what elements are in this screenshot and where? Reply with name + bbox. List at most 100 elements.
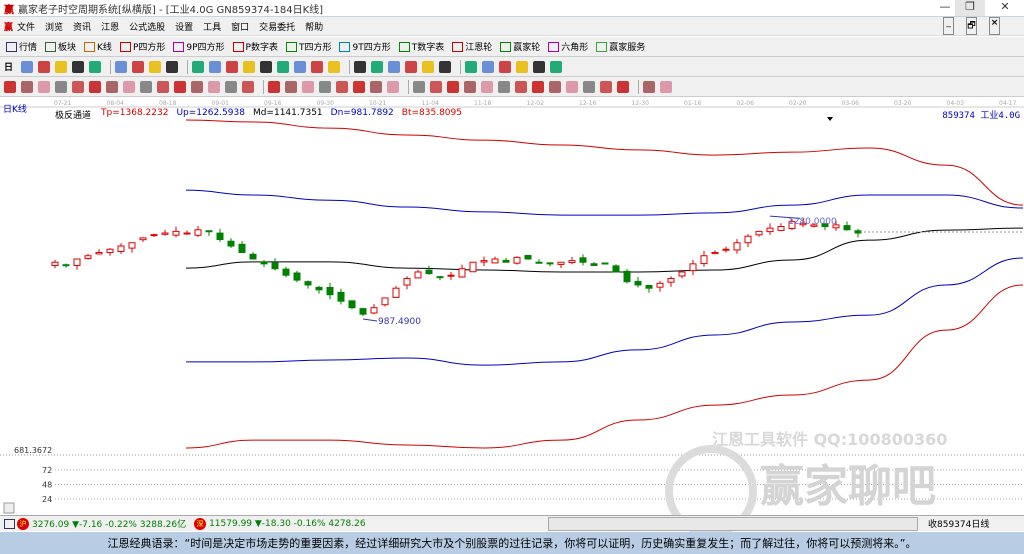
tool-icon[interactable] <box>311 60 324 73</box>
toolbar-button-11[interactable]: 六角形 <box>548 40 588 53</box>
tool-icon[interactable] <box>191 80 203 93</box>
tool-icon[interactable] <box>643 80 655 93</box>
tool-icon[interactable] <box>55 60 68 73</box>
tool-icon[interactable] <box>38 80 50 93</box>
menu-item[interactable]: 文件 <box>17 20 35 33</box>
toolbar-button-8[interactable]: T数字表 <box>398 40 444 53</box>
toolbar-button-6[interactable]: T四方形 <box>285 40 331 53</box>
tool-icon[interactable] <box>89 60 102 73</box>
tool-icon[interactable] <box>422 60 435 73</box>
tool-icon[interactable] <box>166 60 179 73</box>
tool-icon[interactable] <box>516 60 529 73</box>
tool-icon[interactable] <box>209 60 222 73</box>
menu-item[interactable]: 窗口 <box>231 20 249 33</box>
toolbar-button-0[interactable]: 行情 <box>6 40 37 53</box>
tool-icon[interactable] <box>72 80 84 93</box>
tool-icon[interactable] <box>370 80 382 93</box>
tool-icon[interactable] <box>413 80 425 93</box>
tool-icon[interactable] <box>405 60 418 73</box>
tool-icon[interactable] <box>328 60 341 73</box>
tool-icon[interactable] <box>387 80 399 93</box>
tool-icon[interactable] <box>465 60 478 73</box>
menu-item[interactable]: 公式选股 <box>129 20 165 33</box>
tool-icon[interactable] <box>549 80 561 93</box>
tool-icon[interactable] <box>354 60 367 73</box>
tool-icon[interactable] <box>285 80 297 93</box>
grid-icon[interactable] <box>4 518 15 529</box>
tool-icon[interactable] <box>225 80 237 93</box>
menu-item[interactable]: 资讯 <box>73 20 91 33</box>
mdi-close-button[interactable]: × <box>989 17 1000 35</box>
tool-icon[interactable] <box>192 60 205 73</box>
tool-icon[interactable] <box>550 60 563 73</box>
mdi-minimize-button[interactable]: _ <box>943 17 954 35</box>
toolbar-button-7[interactable]: 9T四方形 <box>339 40 391 53</box>
maximize-button[interactable]: ❐ <box>955 0 985 16</box>
tool-icon[interactable] <box>208 80 220 93</box>
tool-icon[interactable] <box>132 60 145 73</box>
menu-item[interactable]: 设置 <box>175 20 193 33</box>
tool-icon[interactable] <box>226 60 239 73</box>
tool-icon[interactable] <box>260 60 273 73</box>
tool-icon[interactable] <box>566 80 578 93</box>
tool-icon[interactable] <box>21 80 33 93</box>
tool-icon[interactable] <box>140 80 152 93</box>
tool-icon[interactable] <box>106 80 118 93</box>
tool-icon[interactable] <box>388 60 401 73</box>
tool-icon[interactable] <box>89 80 101 93</box>
tool-icon[interactable] <box>447 80 459 93</box>
tool-icon[interactable] <box>123 80 135 93</box>
tool-icon[interactable] <box>38 60 51 73</box>
tool-icon[interactable] <box>371 60 384 73</box>
tool-icon[interactable] <box>498 80 510 93</box>
tool-icon[interactable] <box>294 60 307 73</box>
toolbar-button-10[interactable]: 赢家轮 <box>500 40 540 53</box>
toolbar-button-3[interactable]: P四方形 <box>119 40 165 53</box>
tool-icon[interactable] <box>149 60 162 73</box>
tool-icon[interactable] <box>174 80 186 93</box>
toolbar-button-4[interactable]: 9P四方形 <box>173 40 225 53</box>
tool-icon[interactable] <box>430 80 442 93</box>
tool-icon[interactable] <box>533 60 546 73</box>
tool-icon[interactable] <box>157 80 169 93</box>
mdi-restore-button[interactable]: 🗗 <box>966 17 977 35</box>
toolbar-button-5[interactable]: P数字表 <box>232 40 278 53</box>
tool-icon[interactable] <box>4 80 16 93</box>
tool-icon[interactable] <box>242 80 254 93</box>
tool-icon[interactable] <box>583 80 595 93</box>
menu-item[interactable]: 江恩 <box>101 20 119 33</box>
tool-icon[interactable] <box>268 80 280 93</box>
tool-icon[interactable] <box>336 80 348 93</box>
tool-icon[interactable] <box>481 80 493 93</box>
horizontal-scrollbar[interactable] <box>548 516 918 531</box>
tool-icon[interactable] <box>72 60 85 73</box>
menu-item[interactable]: 交易委托 <box>259 20 295 33</box>
tool-icon[interactable] <box>319 80 331 93</box>
tool-icon[interactable] <box>482 60 495 73</box>
tool-icon[interactable] <box>353 80 365 93</box>
close-button[interactable]: ✕ <box>990 0 1020 16</box>
tool-icon[interactable] <box>302 80 314 93</box>
menu-item[interactable]: 工具 <box>203 20 221 33</box>
tool-icon[interactable] <box>499 60 512 73</box>
toolbar-button-2[interactable]: K线 <box>84 40 112 53</box>
menu-item[interactable]: 帮助 <box>305 20 323 33</box>
tool-icon[interactable] <box>243 60 256 73</box>
status-bar: 沪 3276.09 ▼-7.16 -0.22% 3288.26亿 深 11579… <box>0 515 1024 531</box>
tool-icon[interactable] <box>660 80 672 93</box>
tool-icon[interactable] <box>600 80 612 93</box>
menu-item[interactable]: 浏览 <box>45 20 63 33</box>
toolbar-button-1[interactable]: 板块 <box>45 40 76 53</box>
tool-icon[interactable] <box>21 60 34 73</box>
toolbar-button-12[interactable]: 赢家服务 <box>596 40 645 53</box>
tool-icon[interactable] <box>55 80 67 93</box>
period-selector[interactable]: 日 <box>4 60 13 73</box>
tool-icon[interactable] <box>617 80 629 93</box>
tool-icon[interactable] <box>515 80 527 93</box>
tool-icon[interactable] <box>464 80 476 93</box>
tool-icon[interactable] <box>115 60 128 73</box>
tool-icon[interactable] <box>439 60 452 73</box>
tool-icon[interactable] <box>277 60 290 73</box>
tool-icon[interactable] <box>532 80 544 93</box>
toolbar-button-9[interactable]: 江恩轮 <box>452 40 492 53</box>
